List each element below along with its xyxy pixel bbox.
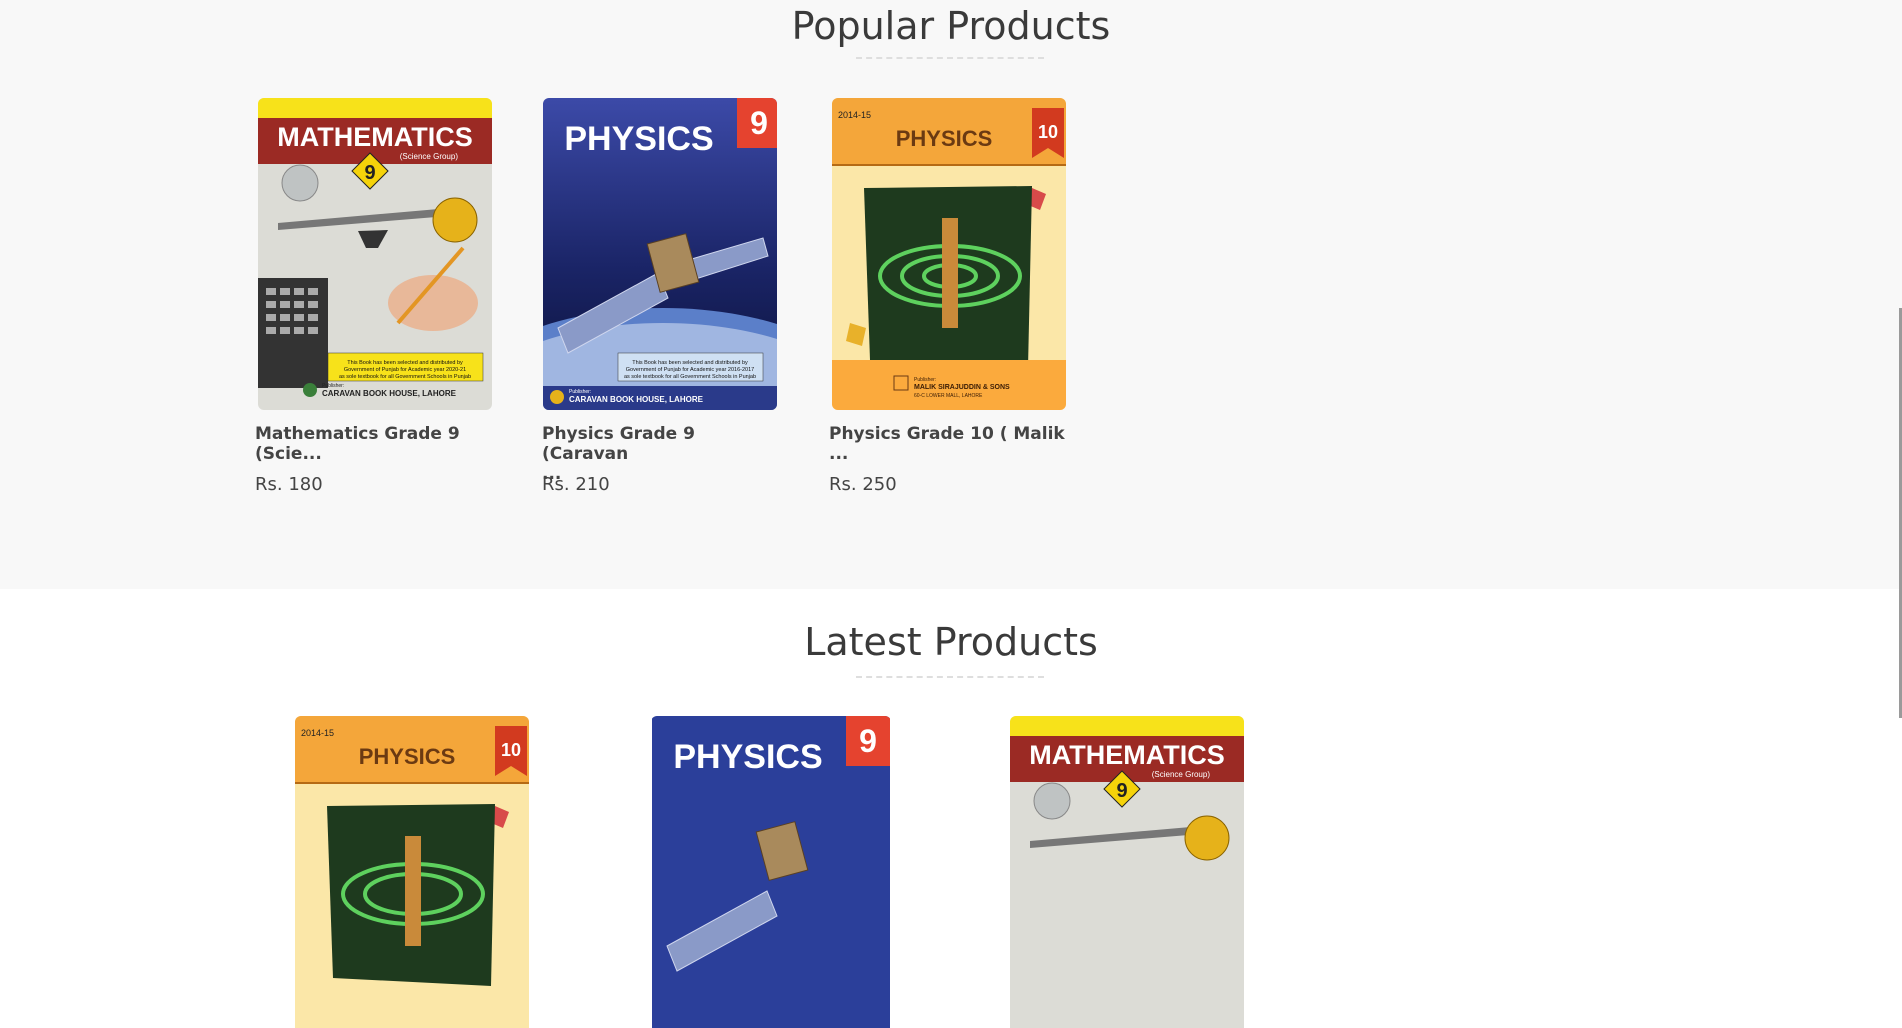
- product-price: Rs. 210: [542, 474, 610, 495]
- product-image-physics-10[interactable]: 2014-15 PHYSICS 10 Publisher: MALIK SIRA…: [832, 98, 1066, 410]
- svg-text:2014-15: 2014-15: [838, 110, 871, 120]
- popular-products-section: Popular Products MATHEMATICS (Science Gr…: [0, 0, 1902, 589]
- latest-products-heading: Latest Products: [804, 620, 1098, 664]
- product-price: Rs. 180: [255, 474, 323, 495]
- svg-text:10: 10: [1038, 122, 1058, 142]
- svg-text:MATHEMATICS: MATHEMATICS: [1029, 740, 1224, 770]
- svg-text:This Book has been selected an: This Book has been selected and distribu…: [347, 360, 463, 366]
- svg-text:9: 9: [1116, 780, 1127, 802]
- svg-text:9: 9: [750, 105, 768, 141]
- svg-text:2014-15: 2014-15: [301, 728, 334, 738]
- latest-products-section: Latest Products 2014-15 PHYSICS 10 9 PHY…: [0, 589, 1902, 1028]
- svg-text:10: 10: [501, 740, 521, 760]
- svg-text:This Book has been selected an: This Book has been selected and distribu…: [632, 360, 748, 366]
- svg-text:9: 9: [859, 723, 877, 759]
- product-image-physics-10[interactable]: 2014-15 PHYSICS 10: [295, 716, 529, 1028]
- svg-text:PHYSICS: PHYSICS: [673, 738, 822, 776]
- heading-divider: [856, 57, 1044, 59]
- product-price: Rs. 250: [829, 474, 897, 495]
- svg-text:Government of Punjab for Acade: Government of Punjab for Academic year 2…: [626, 367, 754, 373]
- svg-text:PHYSICS: PHYSICS: [896, 126, 993, 151]
- product-image-mathematics-9[interactable]: MATHEMATICS (Science Group) 9: [1010, 716, 1244, 1028]
- svg-text:Publisher:: Publisher:: [914, 377, 936, 383]
- product-image-mathematics-9[interactable]: MATHEMATICS (Science Group) 9 This Book …: [258, 98, 492, 410]
- svg-text:CARAVAN BOOK HOUSE, LAHORE: CARAVAN BOOK HOUSE, LAHORE: [569, 395, 704, 404]
- product-image-physics-9[interactable]: 9 PHYSICS This Book has been selected an…: [543, 98, 777, 410]
- product-name[interactable]: Mathematics Grade 9 (Scie...: [255, 424, 495, 464]
- svg-text:(Science Group): (Science Group): [1152, 770, 1211, 779]
- svg-text:PHYSICS: PHYSICS: [359, 744, 456, 769]
- product-image-physics-9[interactable]: 9 PHYSICS: [651, 716, 891, 1028]
- product-name[interactable]: Physics Grade 10 ( Malik ...: [829, 424, 1069, 464]
- svg-text:MALIK SIRAJUDDIN & SONS: MALIK SIRAJUDDIN & SONS: [914, 384, 1010, 391]
- svg-text:PHYSICS: PHYSICS: [564, 120, 713, 158]
- svg-text:as sole textbook for all Gover: as sole textbook for all Government Scho…: [624, 374, 756, 380]
- svg-text:Government of Punjab for Acade: Government of Punjab for Academic year 2…: [344, 367, 466, 373]
- svg-text:CARAVAN BOOK HOUSE, LAHORE: CARAVAN BOOK HOUSE, LAHORE: [322, 389, 457, 398]
- svg-text:(Science Group): (Science Group): [400, 152, 459, 161]
- svg-text:as sole textbook for all Gover: as sole textbook for all Government Scho…: [339, 374, 471, 380]
- heading-divider: [856, 676, 1044, 678]
- popular-products-heading: Popular Products: [791, 4, 1111, 48]
- svg-text:60-C LOWER MALL, LAHORE: 60-C LOWER MALL, LAHORE: [914, 393, 983, 399]
- svg-text:9: 9: [364, 162, 375, 184]
- cover-title: MATHEMATICS: [277, 122, 472, 152]
